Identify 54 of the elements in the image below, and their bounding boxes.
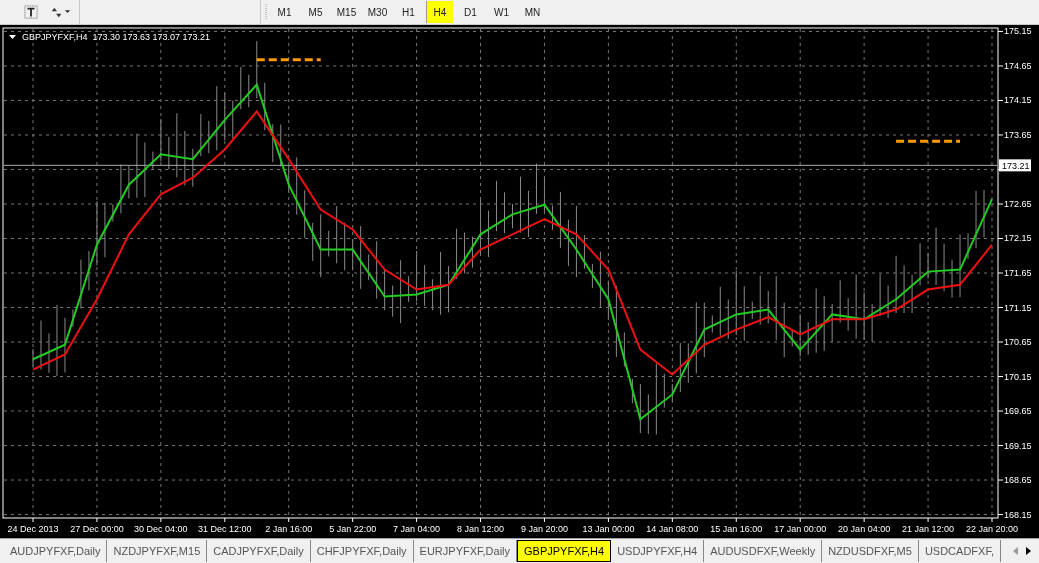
price-tick-label: 170.15 [1004, 371, 1032, 382]
time-tick-label: 8 Jan 12:00 [457, 524, 505, 534]
collapse-triangle-icon[interactable] [9, 35, 16, 39]
arrows-dropdown-icon[interactable] [50, 5, 71, 19]
timeframe-button[interactable]: H1 [395, 1, 422, 23]
price-tick-label: 168.65 [1004, 475, 1032, 486]
timeframe-button[interactable]: M5 [302, 1, 329, 23]
symbol-tab[interactable]: USDCADFXF, [918, 540, 1001, 562]
time-tick-label: 30 Dec 04:00 [134, 524, 188, 534]
symbol-tab[interactable]: CADJPYFXF,Daily [207, 540, 311, 562]
price-tick-label: 172.15 [1004, 233, 1032, 244]
time-tick-label: 31 Dec 12:00 [198, 524, 252, 534]
price-tick-label: 174.65 [1004, 60, 1032, 71]
text-tool-icon[interactable] [24, 4, 38, 20]
timeframe-button[interactable]: MN [519, 1, 546, 23]
time-tick-label: 5 Jan 22:00 [329, 524, 377, 534]
timeframe-button[interactable]: D1 [457, 1, 484, 23]
price-tick-label: 175.15 [1004, 26, 1032, 37]
time-tick-label: 2 Jan 16:00 [265, 524, 313, 534]
timeframe-button[interactable]: W1 [488, 1, 515, 23]
price-tick-label: 171.65 [1004, 268, 1032, 278]
symbol-tab[interactable]: AUDJPYFXF,Daily [4, 540, 108, 562]
time-tick-label: 9 Jan 20:00 [520, 524, 568, 534]
price-tick-label: 169.15 [1004, 440, 1032, 451]
current-price-label: 173.21 [999, 159, 1031, 172]
price-tick-label: 170.65 [1004, 337, 1032, 347]
symbol-tab[interactable]: NZDJPYFXF,M15 [107, 540, 208, 562]
timeframe-button[interactable]: M1 [271, 1, 298, 23]
timeframe-button[interactable]: M15 [333, 1, 360, 23]
price-tick-label: 174.15 [1004, 95, 1032, 106]
time-tick-label: 24 Dec 2013 [7, 524, 59, 534]
time-tick-label: 21 Jan 12:00 [902, 524, 955, 534]
time-tick-label: 17 Jan 00:00 [774, 524, 827, 534]
symbol-tab[interactable]: CHFJPYFXF,Daily [310, 540, 414, 562]
price-tick-label: 169.65 [1004, 406, 1032, 417]
symbol-tab[interactable]: USDJPYFXF,H4 [611, 540, 705, 562]
time-tick-label: 27 Dec 00:00 [70, 524, 124, 534]
symbol-tab[interactable]: NZDUSDFXF,M5 [822, 540, 919, 562]
chart-header: GBPJPYFXF,H4 173.30 173.63 173.07 173.21 [22, 32, 211, 42]
time-tick-label: 14 Jan 08:00 [646, 524, 699, 534]
time-tick-label: 22 Jan 20:00 [966, 524, 1018, 534]
time-tick-label: 20 Jan 04:00 [838, 524, 891, 534]
time-tick-label: 7 Jan 04:00 [393, 524, 441, 534]
price-tick-label: 172.65 [1004, 199, 1032, 209]
scroll-right-icon[interactable] [1026, 547, 1031, 555]
price-tick-label: 173.65 [1004, 129, 1032, 140]
time-tick-label: 15 Jan 16:00 [710, 524, 763, 534]
symbol-tab[interactable]: AUDUSDFXF,Weekly [704, 540, 823, 562]
timeframe-button[interactable]: H4 [426, 1, 453, 23]
price-tick-label: 168.15 [1004, 509, 1032, 520]
symbol-tab[interactable]: GBPJPYFXF,H4 [517, 540, 612, 562]
price-tick-label: 171.15 [1004, 302, 1032, 313]
time-tick-label: 13 Jan 00:00 [582, 524, 635, 534]
timeframe-button[interactable]: M30 [364, 1, 391, 23]
